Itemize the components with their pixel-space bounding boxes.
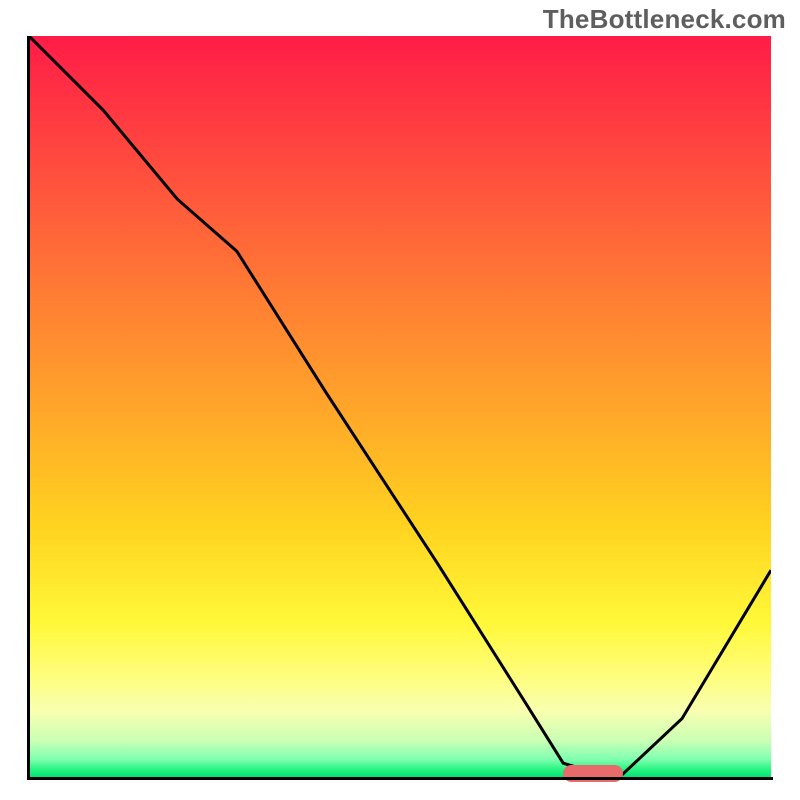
watermark-text: TheBottleneck.com xyxy=(543,4,786,35)
y-axis-line xyxy=(27,36,30,780)
bottleneck-chart: TheBottleneck.com xyxy=(0,0,800,800)
bottleneck-curve-path xyxy=(29,36,771,774)
x-axis-line xyxy=(27,777,773,780)
bottleneck-curve-svg xyxy=(29,36,771,778)
